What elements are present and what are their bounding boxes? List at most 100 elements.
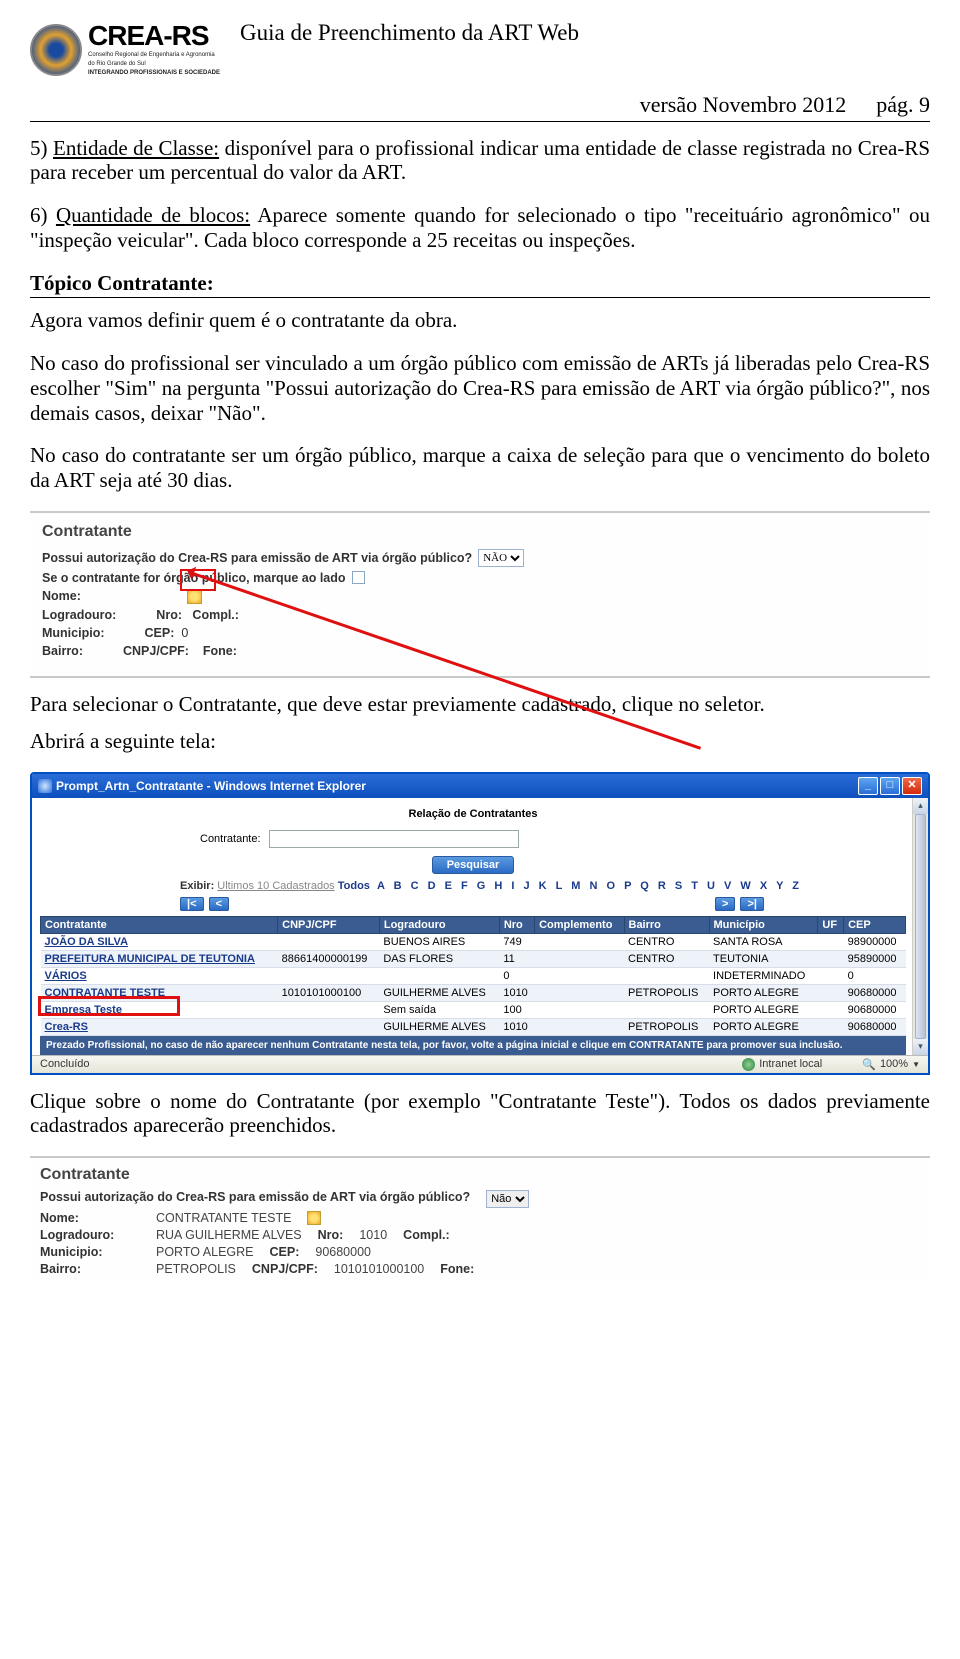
table-header: UF (818, 916, 844, 933)
zoom-dropdown-icon[interactable]: ▼ (912, 1060, 920, 1069)
window-title: Prompt_Artn_Contratante - Windows Intern… (56, 779, 366, 793)
table-row[interactable]: Crea-RSGUILHERME ALVES1010PETROPOLISPORT… (41, 1018, 906, 1035)
panel-title-2: Contratante (40, 1166, 920, 1184)
table-cell: 0 (499, 967, 534, 984)
scroll-up-icon[interactable]: ▴ (913, 798, 928, 814)
label-autorizacao-2: Possui autorização do Crea-RS para emiss… (40, 1190, 470, 1208)
table-row[interactable]: VÁRIOS0INDETERMINADO0 (41, 967, 906, 984)
label-logradouro-2: Logradouro: (40, 1228, 140, 1242)
table-cell (624, 1001, 709, 1018)
table-cell: 11 (499, 950, 534, 967)
label-nome: Nome: (42, 589, 81, 603)
label-search: Contratante: (200, 833, 261, 845)
paragraph-seletor: Para selecionar o Contratante, que deve … (30, 692, 930, 717)
close-button[interactable]: ✕ (902, 777, 922, 795)
pager-next-button[interactable]: > (715, 897, 735, 911)
table-cell: GUILHERME ALVES (379, 984, 499, 1001)
table-cell: PORTO ALEGRE (709, 984, 818, 1001)
table-cell (818, 967, 844, 984)
status-zone: Intranet local (759, 1058, 822, 1070)
contratante-link[interactable]: Crea-RS (45, 1021, 88, 1033)
lookup-icon[interactable] (187, 589, 202, 604)
table-row[interactable]: Empresa TesteSem saída100PORTO ALEGRE906… (41, 1001, 906, 1018)
table-cell: VÁRIOS (41, 967, 278, 984)
table-cell: 90680000 (844, 1018, 906, 1035)
table-cell (535, 967, 624, 984)
scroll-down-icon[interactable]: ▾ (913, 1039, 928, 1055)
table-cell (278, 967, 380, 984)
label-nome-2: Nome: (40, 1211, 140, 1225)
table-header: Nro (499, 916, 534, 933)
table-cell (535, 1001, 624, 1018)
contratante-link[interactable]: CONTRATANTE TESTE (45, 987, 166, 999)
logo-subtitle-2: do Rio Grande do Sul (88, 61, 220, 68)
paragraph-5: 5) Entidade de Classe: disponível para o… (30, 136, 930, 186)
pager-first-button[interactable]: |< (180, 897, 204, 911)
scrollbar[interactable]: ▴ ▾ (912, 798, 928, 1055)
contratante-link[interactable]: Empresa Teste (45, 1004, 122, 1016)
search-button[interactable]: Pesquisar (432, 856, 515, 874)
alpha-filter[interactable]: A B C D E F G H I J K L M N O P Q R S T … (377, 880, 802, 892)
contratante-link[interactable]: JOÃO DA SILVA (45, 936, 129, 948)
table-cell: JOÃO DA SILVA (41, 933, 278, 950)
maximize-button[interactable]: □ (880, 777, 900, 795)
table-cell (818, 933, 844, 950)
logo: CREA-RS Conselho Regional de Engenharia … (30, 18, 220, 78)
screenshot-contratante-filled: Contratante Possui autorização do Crea-R… (30, 1156, 930, 1281)
table-row[interactable]: JOÃO DA SILVABUENOS AIRES749CENTROSANTA … (41, 933, 906, 950)
label-nro: Nro: (156, 608, 182, 622)
paragraph-clique-nome: Clique sobre o nome do Contratante (por … (30, 1089, 930, 1139)
table-cell: PETROPOLIS (624, 984, 709, 1001)
lookup-icon-2[interactable] (307, 1211, 321, 1225)
table-cell: Crea-RS (41, 1018, 278, 1035)
select-autorizacao-2[interactable]: Não (486, 1190, 529, 1208)
table-cell (535, 1018, 624, 1035)
table-cell (278, 1018, 380, 1035)
label-compl: Compl.: (192, 608, 239, 622)
table-cell: GUILHERME ALVES (379, 1018, 499, 1035)
table-cell: CONTRATANTE TESTE (41, 984, 278, 1001)
table-cell: SANTA ROSA (709, 933, 818, 950)
status-done: Concluído (40, 1058, 90, 1070)
table-cell: 100 (499, 1001, 534, 1018)
paragraph-abrir-tela: Abrirá a seguinte tela: (30, 729, 930, 754)
value-cnpj: 1010101000100 (334, 1262, 424, 1276)
table-cell: 0 (844, 967, 906, 984)
contratante-link[interactable]: VÁRIOS (45, 970, 87, 982)
globe-icon (742, 1058, 755, 1071)
status-zoom: 100% (880, 1058, 908, 1070)
pager-last-button[interactable]: >| (740, 897, 764, 911)
table-cell (535, 950, 624, 967)
label-municipio: Municipio: (42, 626, 105, 640)
label-autorizacao: Possui autorização do Crea-RS para emiss… (42, 551, 472, 565)
table-cell (624, 967, 709, 984)
search-input[interactable] (269, 830, 519, 848)
scrollbar-thumb[interactable] (915, 814, 926, 1039)
table-cell (535, 984, 624, 1001)
table-cell: TEUTONIA (709, 950, 818, 967)
table-cell: PREFEITURA MUNICIPAL DE TEUTONIA (41, 950, 278, 967)
table-cell (278, 933, 380, 950)
screenshot-ie-window: Prompt_Artn_Contratante - Windows Intern… (30, 772, 930, 1075)
status-bar: Concluído Intranet local 🔍100%▼ (32, 1055, 928, 1073)
select-autorizacao[interactable]: NÃO (478, 549, 524, 567)
link-ultimos[interactable]: Ultimos 10 Cadastrados (217, 880, 334, 892)
value-cep: 0 (181, 626, 188, 640)
minimize-button[interactable]: _ (858, 777, 878, 795)
value-cep-2: 90680000 (315, 1245, 371, 1259)
value-nro: 1010 (359, 1228, 387, 1242)
table-cell: Empresa Teste (41, 1001, 278, 1018)
table-row[interactable]: CONTRATANTE TESTE1010101000100GUILHERME … (41, 984, 906, 1001)
label-nro-2: Nro: (318, 1228, 344, 1242)
table-cell: 90680000 (844, 984, 906, 1001)
table-cell (535, 933, 624, 950)
page-number: pág. 9 (876, 92, 930, 118)
value-nome: CONTRATANTE TESTE (156, 1211, 291, 1225)
link-todos[interactable]: Todos (338, 880, 370, 892)
table-cell: 95890000 (844, 950, 906, 967)
table-row[interactable]: PREFEITURA MUNICIPAL DE TEUTONIA88661400… (41, 950, 906, 967)
pager-prev-button[interactable]: < (209, 897, 229, 911)
contratante-link[interactable]: PREFEITURA MUNICIPAL DE TEUTONIA (45, 953, 255, 965)
section-heading-contratante: Tópico Contratante: (30, 271, 930, 299)
checkbox-orgao-publico[interactable] (352, 571, 365, 584)
